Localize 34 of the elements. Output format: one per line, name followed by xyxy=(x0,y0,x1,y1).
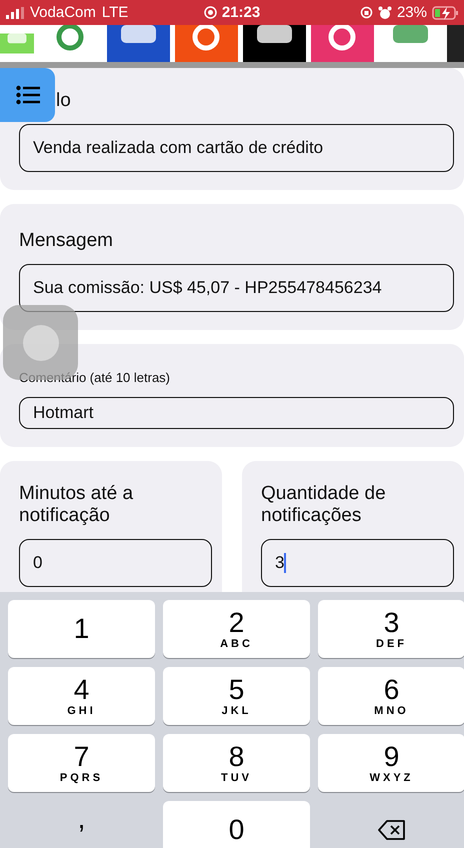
signal-icon xyxy=(6,6,24,18)
input-field[interactable]: 3 xyxy=(261,539,454,587)
field-label: Quantidade de notificações xyxy=(261,483,387,527)
circle-icon xyxy=(20,322,60,362)
input-field[interactable]: Hotmart xyxy=(19,397,454,429)
input-field[interactable]: Sua comissão: US$ 45,07 - HP255478456234 xyxy=(19,264,454,312)
key[interactable]: 3 DEF xyxy=(318,600,464,658)
key[interactable]: 4 GHI xyxy=(8,667,155,725)
menu-button[interactable] xyxy=(0,68,55,122)
battery-percent: 23% xyxy=(396,4,427,21)
field-label: Mensagem xyxy=(19,230,113,252)
backspace-icon xyxy=(378,820,406,840)
key[interactable]: 0 xyxy=(163,801,310,848)
key[interactable]: 8 TUV xyxy=(163,734,310,792)
menu-icon xyxy=(16,85,40,105)
key[interactable]: 5 JKL xyxy=(163,667,310,725)
carrier-name: VodaCom xyxy=(30,4,96,21)
key[interactable]: 1 xyxy=(8,600,155,658)
clock: 21:23 xyxy=(222,4,260,21)
network-type: LTE xyxy=(102,4,128,21)
field-label: Comentário (até 10 letras) xyxy=(19,370,170,385)
key[interactable]: 7 PQRS xyxy=(8,734,155,792)
rotation-lock-icon xyxy=(360,6,373,19)
app-icon[interactable] xyxy=(243,25,306,62)
key[interactable]: 9 WXYZ xyxy=(318,734,464,792)
record-icon xyxy=(204,6,217,19)
field-label: Minutos até a notificação xyxy=(19,483,134,527)
key[interactable]: 6 MNO xyxy=(318,667,464,725)
key[interactable]: , xyxy=(8,801,155,848)
input-field[interactable]: 0 xyxy=(19,539,212,587)
key[interactable]: 2 ABC xyxy=(163,600,310,658)
field-label: lo xyxy=(56,90,71,112)
input-field[interactable]: Venda realizada com cartão de crédito xyxy=(19,124,454,172)
alarm-icon xyxy=(378,6,392,20)
